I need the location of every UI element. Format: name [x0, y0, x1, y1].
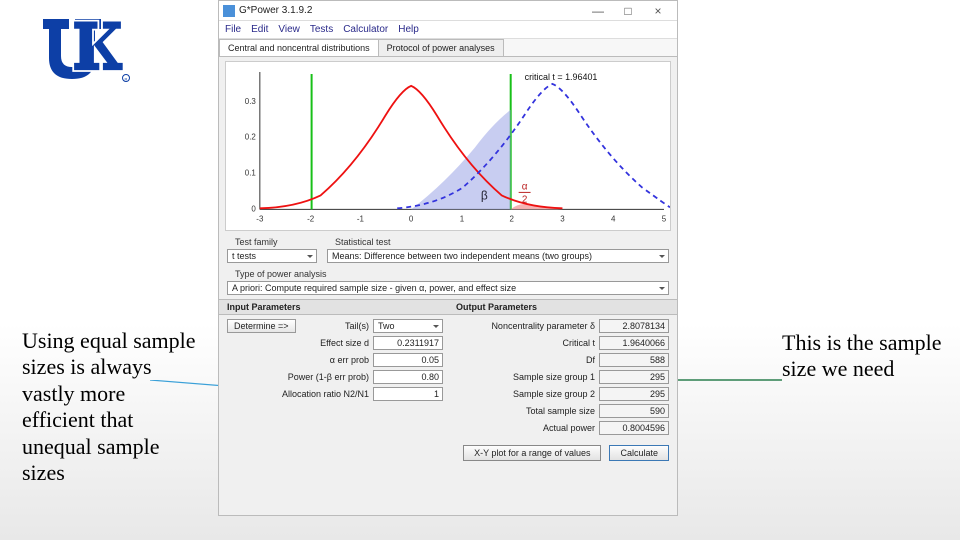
n2-output: 295 — [599, 387, 669, 401]
menu-calculator[interactable]: Calculator — [343, 24, 388, 35]
output-params-header: Output Parameters — [448, 299, 677, 315]
test-family-label: Test family — [227, 235, 317, 247]
menu-file[interactable]: File — [225, 24, 241, 35]
tails-select[interactable]: Two — [373, 319, 443, 333]
svg-text:1: 1 — [460, 214, 465, 223]
df-label: Df — [453, 355, 595, 365]
critt-output: 1.9640066 — [599, 336, 669, 350]
ncp-label: Noncentrality parameter δ — [453, 321, 595, 331]
input-params-header: Input Parameters — [219, 299, 448, 315]
annotation-right: This is the sample size we need — [782, 330, 942, 383]
menu-view[interactable]: View — [278, 24, 300, 35]
arrow-right — [660, 372, 782, 388]
svg-text:-1: -1 — [357, 214, 365, 223]
svg-text:-3: -3 — [256, 214, 264, 223]
close-button[interactable]: × — [643, 4, 673, 18]
tab-central[interactable]: Central and noncentral distributions — [219, 39, 379, 56]
ap-label: Actual power — [453, 423, 595, 433]
menu-help[interactable]: Help — [398, 24, 419, 35]
svg-text:3: 3 — [560, 214, 565, 223]
menu-tests[interactable]: Tests — [310, 24, 333, 35]
titlebar[interactable]: G*Power 3.1.9.2 — □ × — [219, 1, 677, 21]
stat-test-label: Statistical test — [327, 235, 669, 247]
tab-protocol[interactable]: Protocol of power analyses — [378, 39, 504, 56]
alloc-input[interactable]: 1 — [373, 387, 443, 401]
xy-plot-button[interactable]: X-Y plot for a range of values — [463, 445, 601, 461]
power-type-label: Type of power analysis — [227, 267, 669, 279]
window-title: G*Power 3.1.9.2 — [239, 5, 583, 16]
menubar: File Edit View Tests Calculator Help — [219, 21, 677, 39]
input-params: Determine => Tail(s) Two Effect size d 0.… — [227, 319, 443, 435]
calculate-button[interactable]: Calculate — [609, 445, 669, 461]
power-input[interactable]: 0.80 — [373, 370, 443, 384]
svg-text:-2: -2 — [307, 214, 315, 223]
ytick-0: 0 — [251, 204, 256, 213]
beta-label: β — [481, 188, 488, 202]
svg-text:R: R — [125, 77, 128, 82]
menu-edit[interactable]: Edit — [251, 24, 268, 35]
crit-t-label: critical t = 1.96401 — [525, 72, 598, 82]
ytick-2: 0.2 — [245, 133, 257, 142]
total-label: Total sample size — [453, 406, 595, 416]
n1-label: Sample size group 1 — [453, 372, 595, 382]
n2-label: Sample size group 2 — [453, 389, 595, 399]
ap-output: 0.8004596 — [599, 421, 669, 435]
power-type-select[interactable]: A priori: Compute required sample size -… — [227, 281, 669, 295]
tails-label: Tail(s) — [300, 321, 369, 331]
alpha-input[interactable]: 0.05 — [373, 353, 443, 367]
tab-strip: Central and noncentral distributions Pro… — [219, 39, 677, 57]
alpha-label: α err prob — [227, 355, 369, 365]
gpower-window: G*Power 3.1.9.2 — □ × File Edit View Tes… — [218, 0, 678, 516]
uk-logo: R — [36, 12, 132, 86]
determine-button[interactable]: Determine => — [227, 319, 296, 333]
ytick-1: 0.1 — [245, 168, 257, 177]
df-output: 588 — [599, 353, 669, 367]
distribution-plot: 0 0.1 0.2 0.3 -3 -2 -1 0 1 2 3 4 5 — [225, 61, 671, 231]
critt-label: Critical t — [453, 338, 595, 348]
alpha-top: α — [522, 181, 528, 192]
minimize-button[interactable]: — — [583, 4, 613, 18]
stat-test-select[interactable]: Means: Difference between two independen… — [327, 249, 669, 263]
maximize-button[interactable]: □ — [613, 4, 643, 18]
svg-text:2: 2 — [509, 214, 514, 223]
alpha-bot: 2 — [522, 194, 528, 205]
svg-text:0: 0 — [409, 214, 414, 223]
svg-text:4: 4 — [611, 214, 616, 223]
effsize-label: Effect size d — [227, 338, 369, 348]
effsize-input[interactable]: 0.2311917 — [373, 336, 443, 350]
svg-text:5: 5 — [662, 214, 667, 223]
app-icon — [223, 5, 235, 17]
total-output: 590 — [599, 404, 669, 418]
output-params: Noncentrality parameter δ 2.8078134 Criti… — [453, 319, 669, 435]
ncp-output: 2.8078134 — [599, 319, 669, 333]
annotation-left: Using equal sample sizes is always vastl… — [22, 328, 202, 486]
ytick-3: 0.3 — [245, 97, 257, 106]
alloc-label: Allocation ratio N2/N1 — [227, 389, 369, 399]
n1-output: 295 — [599, 370, 669, 384]
test-family-select[interactable]: t tests — [227, 249, 317, 263]
power-label: Power (1-β err prob) — [227, 372, 369, 382]
